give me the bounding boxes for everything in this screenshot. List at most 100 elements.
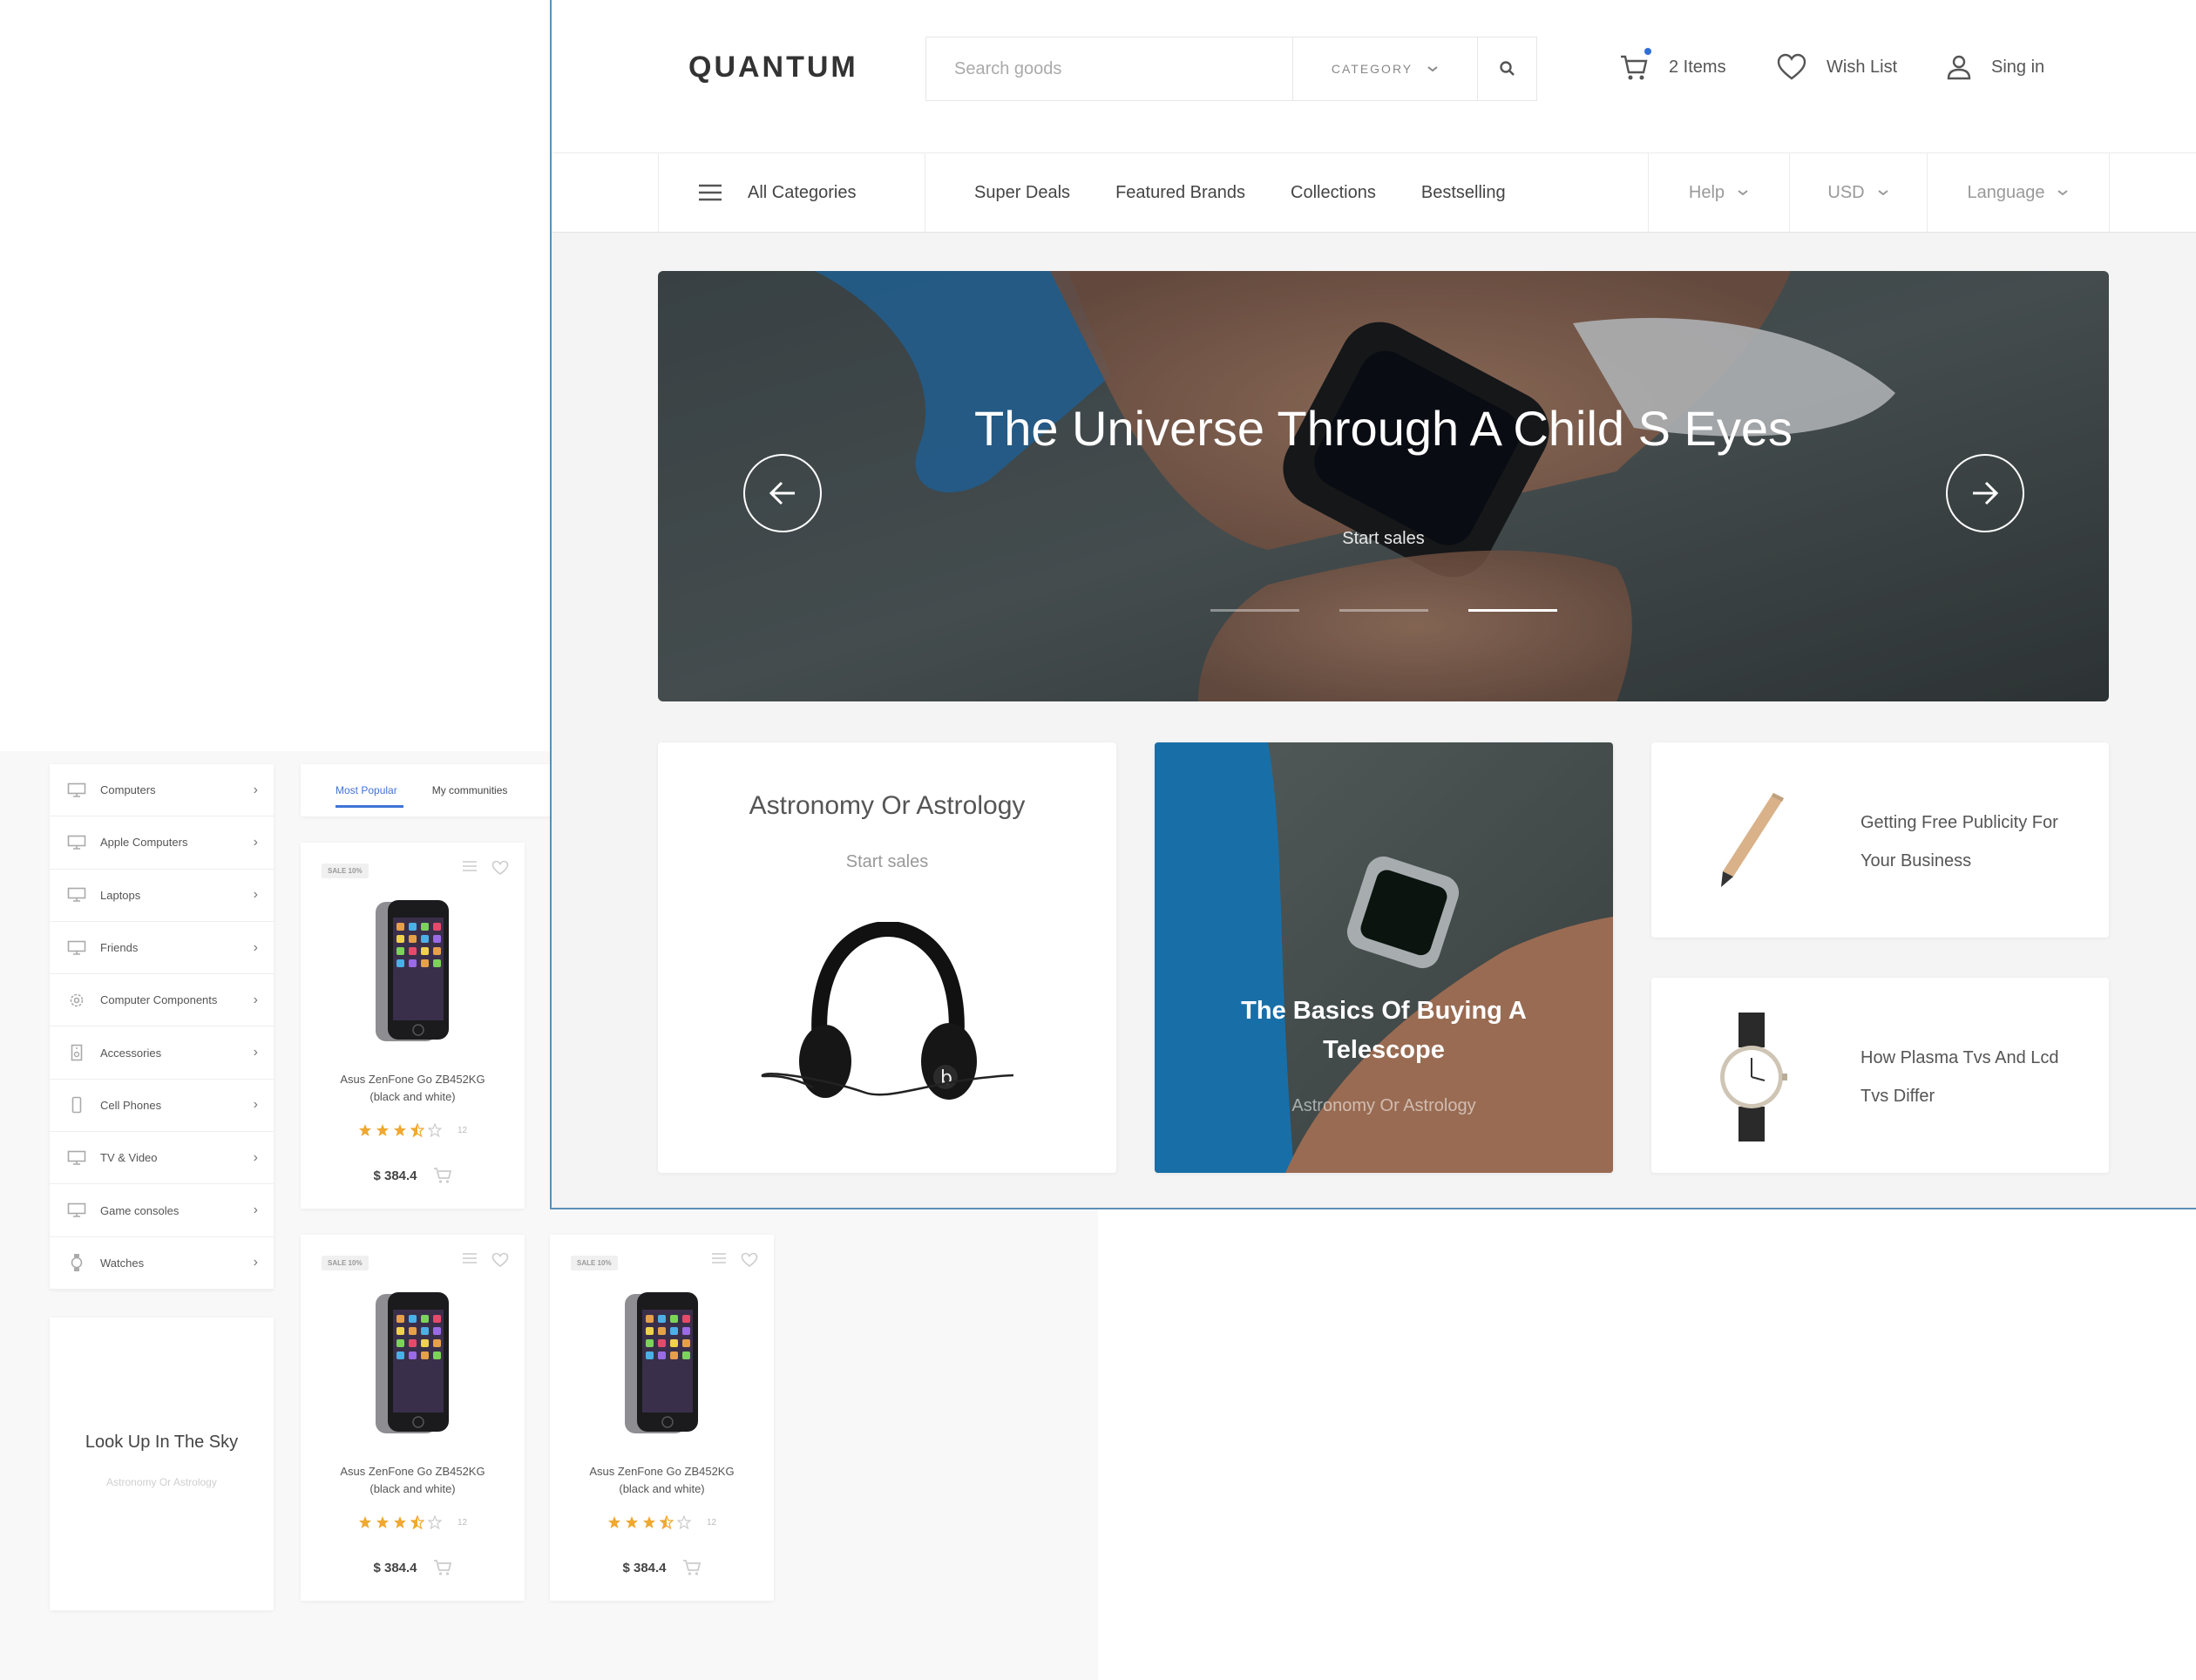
sale-badge: SALE 10% xyxy=(322,864,369,878)
heart-icon[interactable] xyxy=(491,1252,509,1268)
hero-subtitle[interactable]: Start sales xyxy=(658,529,2109,549)
arrow-right-icon xyxy=(1970,480,2000,506)
star-icon xyxy=(625,1515,639,1529)
review-count: 12 xyxy=(706,1517,717,1528)
chevron-right-icon: › xyxy=(253,1097,258,1113)
chevron-right-icon: › xyxy=(253,1045,258,1060)
svg-text:b: b xyxy=(940,1067,952,1089)
monitor-icon xyxy=(65,1149,88,1167)
currency-dropdown[interactable]: USD xyxy=(1789,153,1927,232)
slide-indicator[interactable] xyxy=(1467,609,1557,612)
search-button[interactable] xyxy=(1477,37,1536,100)
chevron-right-icon: › xyxy=(253,1202,258,1218)
nav-links: Super Deals Featured Brands Collections … xyxy=(925,153,1653,232)
slide-indicator[interactable] xyxy=(1210,609,1299,612)
cart-link[interactable]: 2 Items xyxy=(1618,45,1726,89)
list-icon[interactable] xyxy=(711,1252,727,1268)
headphones-image: b xyxy=(761,922,1013,1100)
tab-most-popular[interactable]: Most Popular xyxy=(301,764,415,816)
hero-slider: The Universe Through A Child S Eyes Star… xyxy=(658,271,2109,701)
site-logo[interactable]: QUANTUM xyxy=(688,51,858,85)
category-item[interactable]: Computers › xyxy=(50,764,274,817)
chevron-down-icon xyxy=(1877,188,1889,197)
wishlist-link[interactable]: Wish List xyxy=(1776,45,1897,89)
card-plasma[interactable]: How Plasma Tvs And Lcd Tvs Differ xyxy=(1651,978,2109,1173)
chevron-down-icon xyxy=(1737,188,1749,197)
cart-label: 2 Items xyxy=(1669,57,1726,77)
nav-link-featured-brands[interactable]: Featured Brands xyxy=(1115,183,1245,203)
list-icon[interactable] xyxy=(462,1252,478,1268)
search-input[interactable] xyxy=(926,37,1292,100)
category-item[interactable]: Watches › xyxy=(50,1237,274,1290)
phone-image xyxy=(374,898,451,1047)
category-item[interactable]: Accessories › xyxy=(50,1026,274,1080)
nav-link-super-deals[interactable]: Super Deals xyxy=(974,183,1070,203)
all-categories-label: All Categories xyxy=(748,182,857,202)
menu-icon xyxy=(697,183,723,202)
language-dropdown[interactable]: Language xyxy=(1927,153,2110,232)
all-categories-button[interactable]: All Categories xyxy=(658,153,925,232)
hero-prev-button[interactable] xyxy=(743,454,822,532)
hero-title: The Universe Through A Child S Eyes xyxy=(973,401,1793,456)
cart-icon[interactable] xyxy=(682,1559,702,1576)
category-label: Computer Components xyxy=(100,993,218,1007)
watch-image xyxy=(1720,1013,1787,1141)
product-tabs: Most Popular My communities xyxy=(301,764,553,816)
list-icon[interactable] xyxy=(462,860,478,876)
category-label: Friends xyxy=(100,941,139,955)
category-item[interactable]: Friends › xyxy=(50,922,274,975)
category-item[interactable]: Computer Components › xyxy=(50,974,274,1027)
product-card[interactable]: SALE 10% Asus ZenFone Go ZB452KG (black an… xyxy=(301,1235,525,1601)
star-icon xyxy=(393,1123,407,1137)
card-astronomy[interactable]: Astronomy Or Astrology Start sales b xyxy=(658,742,1116,1173)
product-name-line2: (black and white) xyxy=(369,1090,456,1103)
star-icon xyxy=(410,1123,424,1137)
cart-icon[interactable] xyxy=(433,1167,452,1184)
product-card[interactable]: SALE 10% Asus ZenFone Go ZB452KG (black an… xyxy=(301,843,525,1209)
card-telescope[interactable]: The Basics Of Buying A Telescope Astrono… xyxy=(1155,742,1613,1173)
monitor-icon xyxy=(65,886,88,904)
promo-subtitle: Astronomy Or Astrology xyxy=(106,1476,217,1488)
star-icon xyxy=(393,1515,407,1529)
category-item[interactable]: Laptops › xyxy=(50,870,274,922)
nav-link-bestselling[interactable]: Bestselling xyxy=(1421,183,1506,203)
heart-icon[interactable] xyxy=(741,1252,758,1268)
signin-link[interactable]: Sing in xyxy=(1946,45,2044,89)
heart-icon xyxy=(1776,52,1807,82)
promo-card-sky[interactable]: Look Up In The Sky Astronomy Or Astrolog… xyxy=(50,1318,274,1610)
chevron-right-icon: › xyxy=(253,939,258,955)
category-label: Game consoles xyxy=(100,1203,180,1217)
heart-icon[interactable] xyxy=(491,860,509,876)
card-publicity[interactable]: Getting Free Publicity For Your Business xyxy=(1651,742,2109,938)
search-bar: CATEGORY xyxy=(925,37,1537,101)
nav-link-collections[interactable]: Collections xyxy=(1291,183,1376,203)
cart-icon[interactable] xyxy=(433,1559,452,1576)
sale-badge: SALE 10% xyxy=(571,1256,618,1270)
phone-image xyxy=(623,1290,700,1439)
tab-my-communities[interactable]: My communities xyxy=(415,764,525,816)
chevron-right-icon: › xyxy=(253,1149,258,1165)
category-select[interactable]: CATEGORY xyxy=(1292,37,1477,100)
help-dropdown[interactable]: Help xyxy=(1648,153,1789,232)
chevron-down-icon xyxy=(2057,188,2069,197)
main-page: QUANTUM CATEGORY 2 Items Wish List S xyxy=(550,0,2196,1209)
card-telescope-title: The Basics Of Buying A Telescope xyxy=(1241,997,1527,1064)
product-card[interactable]: SALE 10% Asus ZenFone Go ZB452KG (black an… xyxy=(550,1235,774,1601)
category-item[interactable]: Game consoles › xyxy=(50,1184,274,1237)
product-name-line1: Asus ZenFone Go ZB452KG xyxy=(340,1465,485,1478)
hero-next-button[interactable] xyxy=(1946,454,2024,532)
star-icon xyxy=(376,1123,390,1137)
card-astronomy-title: Astronomy Or Astrology xyxy=(749,791,1026,820)
arrow-left-icon xyxy=(768,480,797,506)
category-item[interactable]: Cell Phones › xyxy=(50,1080,274,1133)
monitor-icon xyxy=(65,939,88,957)
category-list: Computers › Apple Computers › Laptops › Friend… xyxy=(50,764,274,1290)
price: $ 384.4 xyxy=(373,1560,417,1575)
monitor-icon xyxy=(65,782,88,799)
help-label: Help xyxy=(1688,182,1725,202)
star-icon xyxy=(427,1123,442,1137)
watch-icon xyxy=(65,1254,88,1272)
category-item[interactable]: Apple Computers › xyxy=(50,816,274,870)
slide-indicator[interactable] xyxy=(1339,609,1428,612)
category-item[interactable]: TV & Video › xyxy=(50,1132,274,1185)
